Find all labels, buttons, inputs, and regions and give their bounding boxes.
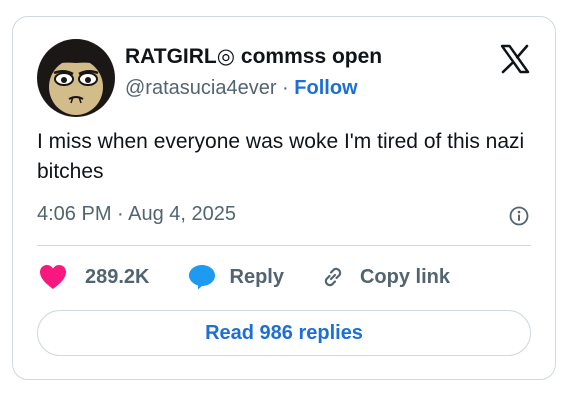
copy-link-label: Copy link [359, 265, 450, 288]
copy-link-button[interactable]: Copy link [320, 264, 450, 290]
speech-bubble-icon [188, 265, 215, 290]
display-name[interactable]: RATGIRL◎ commss open [125, 44, 382, 69]
x-logo-icon[interactable] [499, 43, 531, 75]
read-replies-button[interactable]: Read 986 replies [37, 310, 531, 356]
user-handle[interactable]: @ratasucia4ever [125, 77, 276, 99]
action-bar: 289.2K Reply Copy link [39, 262, 450, 292]
heart-icon [40, 265, 66, 289]
tweet-timestamp[interactable]: 4:06 PM · Aug 4, 2025 [37, 203, 236, 226]
reply-label: Reply [229, 265, 284, 288]
handle-row: @ratasucia4ever · Follow [125, 77, 358, 100]
link-icon [324, 267, 342, 287]
tweet-embed-card: RATGIRL◎ commss open @ratasucia4ever · F… [12, 16, 556, 380]
avatar-image [37, 39, 115, 117]
like-count: 289.2K [85, 265, 150, 288]
reply-button[interactable]: Reply [188, 263, 320, 291]
divider [37, 245, 531, 246]
like-button[interactable]: 289.2K [39, 264, 188, 290]
avatar[interactable] [37, 39, 115, 117]
tweet-text: I miss when everyone was woke I'm tired … [37, 130, 525, 183]
follow-button[interactable]: Follow [294, 77, 357, 99]
handle-separator: · [282, 77, 289, 99]
info-icon[interactable] [509, 206, 529, 226]
